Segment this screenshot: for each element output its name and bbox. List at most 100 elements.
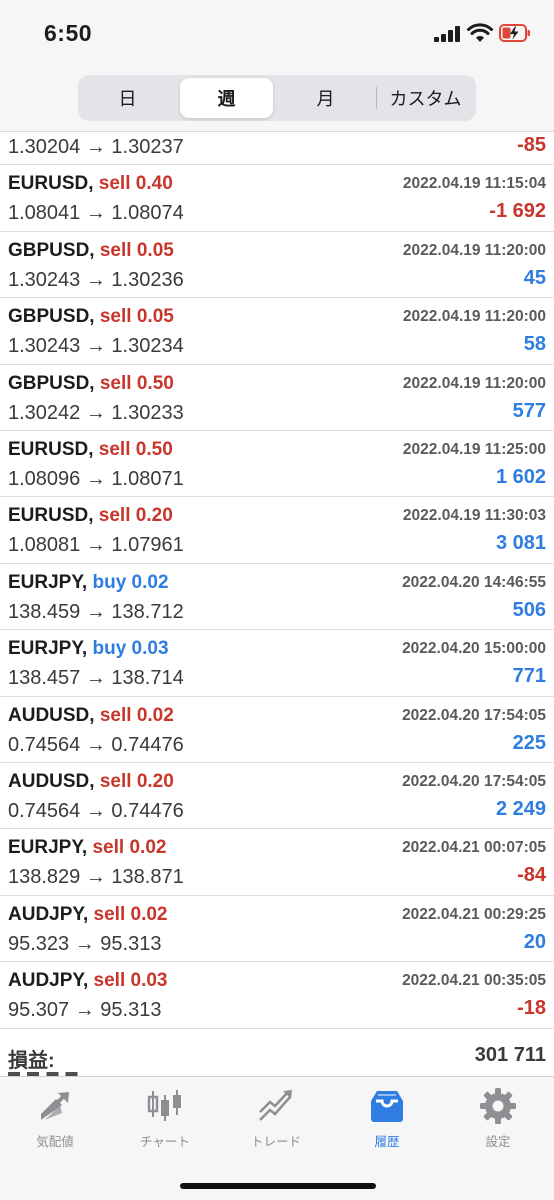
deal-datetime: 2022.04.19 11:25:00: [402, 441, 546, 458]
deal-volume: 0.50: [136, 372, 174, 394]
deal-row[interactable]: EURUSD, sell 0.50 2022.04.19 11:25:00 1.08…: [0, 431, 554, 498]
deal-row[interactable]: AUDJPY, sell 0.03 2022.04.21 00:35:05 95.3…: [0, 962, 554, 1029]
deal-symbol-line: GBPUSD, sell 0.05: [8, 240, 174, 262]
deal-profit: -18: [517, 997, 546, 1020]
period-tab-month[interactable]: 月: [279, 78, 372, 118]
deal-close-price: 1.30234: [111, 335, 184, 358]
deal-open-price: 95.323: [8, 932, 70, 955]
deal-datetime: 2022.04.20 14:46:55: [402, 573, 546, 591]
deal-side: sell: [99, 372, 132, 394]
period-tab-custom[interactable]: カスタム: [378, 78, 473, 118]
deal-side: sell: [98, 173, 131, 195]
deal-row[interactable]: AUDJPY, sell 0.02 2022.04.21 00:29:25 95.3…: [0, 896, 554, 963]
deal-open-price: 1.08041: [8, 202, 81, 225]
deal-datetime: 2022.04.20 17:54:05: [402, 773, 546, 790]
deal-volume: 0.02: [131, 571, 169, 593]
deal-open-price: 95.307: [8, 999, 70, 1022]
tab-history[interactable]: 履歴: [332, 1087, 442, 1151]
deal-row[interactable]: GBPUSD, sell 0.50 2022.04.19 11:20:00 1.30…: [0, 365, 554, 431]
deal-symbol-line: EURUSD, sell 0.20: [8, 505, 173, 527]
deal-close-price: 95.313: [100, 932, 162, 955]
deal-side: sell: [99, 306, 132, 328]
history-icon: [371, 1091, 403, 1122]
deal-prices: 138.457 → 138.714: [8, 667, 184, 690]
deal-close-price: 0.74476: [111, 800, 184, 822]
deal-datetime: 2022.04.21 00:29:25: [402, 905, 546, 923]
period-tab-week[interactable]: 週: [180, 78, 273, 118]
deal-symbol: AUDUSD,: [8, 771, 95, 792]
arrow-right-icon: →: [85, 600, 106, 623]
deal-row[interactable]: EURUSD, sell 0.20 2022.04.19 11:30:03 1.08…: [0, 497, 554, 564]
deal-row[interactable]: EURJPY, buy 0.02 2022.04.20 14:46:55 138.4…: [0, 564, 554, 631]
deal-side: sell: [93, 970, 126, 992]
tab-settings[interactable]: 設定: [443, 1087, 553, 1151]
bottom-tab-bar: 気配値 チャート トレード 履歴 設定: [0, 1076, 554, 1200]
deal-row[interactable]: EURUSD, sell 0.40 2022.04.19 11:15:04 1.08…: [0, 165, 554, 232]
deal-open-price: 138.829: [8, 866, 81, 889]
deal-side: sell: [99, 771, 132, 792]
arrow-right-icon: →: [85, 401, 106, 424]
tab-trade[interactable]: トレード: [221, 1087, 331, 1151]
deal-volume: 0.05: [136, 306, 174, 328]
deal-profit: 20: [523, 930, 546, 953]
deal-close-price: 1.30237: [111, 136, 184, 158]
deal-datetime: 2022.04.21 00:07:05: [402, 839, 546, 857]
deal-open-price: 138.459: [8, 600, 81, 623]
status-bar: 6:50: [0, 0, 554, 64]
home-indicator: [180, 1183, 376, 1189]
deal-side: sell: [99, 239, 132, 261]
deal-row[interactable]: AUDUSD, sell 0.02 2022.04.20 17:54:05 0.74…: [0, 697, 554, 763]
deal-datetime: 2022.04.21 00:35:05: [402, 972, 546, 990]
deal-profit: 58: [523, 333, 546, 356]
deal-profit: 1 602: [495, 466, 546, 488]
deal-row[interactable]: EURJPY, sell 0.02 2022.04.21 00:07:05 138.…: [0, 829, 554, 896]
deal-profit: -1 692: [489, 200, 546, 223]
arrow-right-icon: →: [85, 733, 106, 756]
tab-chart[interactable]: チャート: [110, 1087, 220, 1151]
top-area: 6:50 日 週 月 カスタム: [0, 0, 554, 132]
arrow-right-icon: →: [85, 136, 106, 158]
arrow-right-icon: →: [85, 335, 106, 358]
deal-datetime: 2022.04.20 17:54:05: [402, 706, 546, 724]
deal-close-price: 138.714: [111, 667, 184, 690]
profit-label: 損益:: [8, 1050, 55, 1072]
deal-volume: 0.02: [130, 903, 168, 925]
battery-charging-icon: [499, 24, 530, 42]
arrow-right-icon: →: [85, 800, 106, 822]
deal-row[interactable]: GBPUSD, sell 0.05 2022.04.19 11:20:00 1.30…: [0, 298, 554, 365]
deal-open-price: 1.30243: [8, 335, 81, 358]
tab-trade-label: トレード: [250, 1135, 301, 1149]
deal-prices: 1.30204 → 1.30237: [8, 136, 184, 159]
deal-volume: 0.05: [136, 239, 174, 261]
deal-side: sell: [98, 505, 131, 527]
deal-profit: 771: [512, 665, 546, 688]
deal-prices: 95.307 → 95.313: [8, 999, 161, 1022]
deal-datetime: 2022.04.19 11:15:04: [402, 175, 546, 193]
deal-profit: 45: [523, 266, 546, 289]
deal-row[interactable]: AUDUSD, sell 0.20 2022.04.20 17:54:05 0.74…: [0, 763, 554, 830]
deal-open-price: 0.74564: [8, 733, 81, 756]
status-time: 6:50: [44, 20, 93, 46]
deal-datetime: 2022.04.19 11:20:00: [402, 374, 546, 392]
deal-prices: 0.74564 → 0.74476: [8, 800, 184, 823]
period-tab-day[interactable]: 日: [81, 78, 174, 118]
deal-row[interactable]: EURJPY, buy 0.03 2022.04.20 15:00:00 138.4…: [0, 630, 554, 697]
tab-chart-label: チャート: [140, 1135, 190, 1149]
tab-quotes[interactable]: 気配値: [0, 1087, 110, 1151]
chart-icon: [147, 1090, 181, 1121]
tab-history-label: 履歴: [374, 1135, 400, 1149]
deal-row[interactable]: GBPUSD, sell 0.05 2022.04.19 11:20:00 1.30…: [0, 232, 554, 299]
deal-row[interactable]: 1.30204 → 1.30237 -85: [0, 132, 554, 166]
deal-symbol-line: EURJPY, buy 0.02: [8, 572, 169, 594]
settings-icon: [480, 1088, 516, 1124]
tab-quotes-label: 気配値: [36, 1135, 74, 1149]
period-segmented-control: 日 週 月 カスタム: [78, 75, 476, 121]
arrow-right-icon: →: [85, 468, 106, 490]
arrow-right-icon: →: [85, 866, 106, 889]
deal-volume: 0.02: [136, 704, 174, 726]
deal-volume: 0.20: [135, 505, 173, 527]
deal-prices: 138.829 → 138.871: [8, 866, 184, 889]
deal-prices: 95.323 → 95.313: [8, 933, 161, 956]
deal-symbol: GBPUSD,: [8, 306, 95, 328]
deal-close-price: 1.30233: [111, 401, 184, 424]
